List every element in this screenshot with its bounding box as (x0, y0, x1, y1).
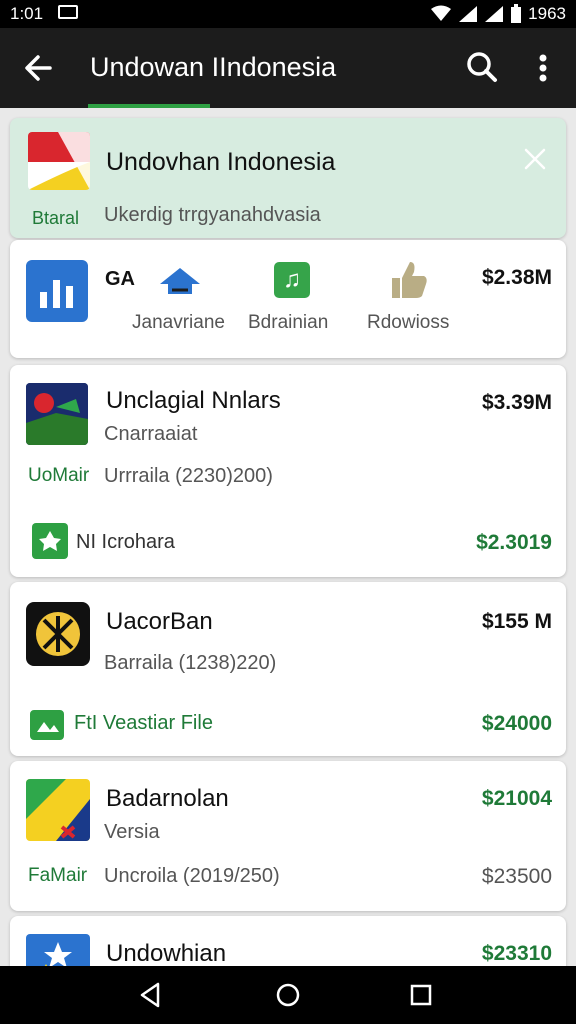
item-extra-price: $24000 (481, 712, 552, 735)
item-detail: Urrraila (2230)200) (104, 465, 273, 487)
stats-price: $2.38M (481, 266, 552, 289)
hero-card[interactable]: Undovhan Indonesia Btaral Ukerdig trrgya… (10, 118, 566, 238)
app-logo-icon (26, 779, 90, 841)
item-title: Badarnolan (106, 785, 229, 812)
hero-subtitle: Ukerdig trrgyanahdvasia (104, 204, 321, 226)
gift-icon (32, 523, 68, 559)
item-detail: Uncroila (2019/250) (104, 865, 280, 887)
app-logo-icon (26, 934, 90, 966)
item-extra-label: NI Icrohara (76, 531, 175, 553)
battery-icon (511, 4, 522, 23)
status-time: 1:01 (10, 4, 44, 23)
page-title: Undowan IIndonesia (90, 52, 337, 82)
notification-icon (58, 5, 78, 19)
wifi-icon (431, 5, 452, 21)
list-item[interactable]: Undowhian $23310 (10, 916, 566, 966)
stats-title: GA (105, 268, 135, 290)
close-icon (524, 148, 546, 170)
nav-back-button[interactable] (134, 978, 168, 1012)
status-icons: 1963 (430, 4, 566, 24)
app-logo-icon (26, 383, 88, 445)
item-extra-price: $2.3019 (476, 531, 552, 554)
stats-label-2: Bdrainian (248, 312, 329, 333)
item-price: $3.39M (481, 391, 552, 414)
app-bar: Undowan IIndonesia (0, 28, 576, 108)
more-options-button[interactable] (528, 48, 558, 88)
thumbs-up-icon (388, 258, 428, 302)
home-icon (158, 264, 202, 304)
signal-icon (459, 6, 478, 22)
item-price: $23310 (481, 942, 552, 965)
more-vert-icon (539, 54, 547, 82)
item-subtitle: Versia (104, 821, 160, 843)
status-bar: 1:01 1963 (0, 0, 576, 28)
close-button[interactable] (522, 146, 548, 172)
stats-label-3: Rdowioss (367, 312, 450, 333)
nav-home-icon (276, 983, 300, 1007)
stats-label-1: Janavriane (132, 312, 225, 333)
hero-title: Undovhan Indonesia (106, 148, 336, 176)
navigation-bar (0, 966, 576, 1024)
item-title: Undowhian (106, 940, 227, 966)
status-right-text: 1963 (528, 4, 566, 23)
item-price: $21004 (481, 787, 552, 810)
signal-icon (485, 6, 504, 22)
item-tag: FaMair (28, 865, 88, 886)
bar-chart-icon (26, 260, 88, 322)
nav-recents-button[interactable] (404, 978, 438, 1012)
item-extra-price: $23500 (481, 865, 552, 888)
item-subtitle: Barraila (1238)220) (104, 652, 277, 674)
search-button[interactable] (462, 48, 502, 88)
nav-back-icon (140, 982, 160, 1008)
item-title: Unclagial Nnlars (106, 387, 281, 414)
indonesia-flag-icon (28, 132, 90, 190)
item-subtitle: Cnarraaiat (104, 423, 198, 445)
item-tag: UoMair (28, 465, 90, 486)
back-button[interactable] (20, 48, 60, 88)
list-item[interactable]: UacorBan Barraila (1238)220) $155 M FtI … (10, 582, 566, 756)
item-price: $155 M (481, 610, 552, 633)
nav-recents-icon (410, 984, 432, 1006)
content-list[interactable]: Undovhan Indonesia Btaral Ukerdig trrgya… (0, 108, 576, 966)
image-icon (30, 710, 64, 740)
list-item[interactable]: Unclagial Nnlars Cnarraaiat UoMair Urrra… (10, 365, 566, 577)
item-title: UacorBan (106, 608, 213, 635)
item-tag: FtI Veastiar File (74, 712, 213, 734)
stats-card[interactable]: GA ♫ Janavriane Bdrainian Rdowioss $2.38… (10, 240, 566, 358)
music-icon: ♫ (274, 262, 310, 298)
list-item[interactable]: Badarnolan Versia FaMair Uncroila (2019/… (10, 761, 566, 911)
search-icon (467, 52, 497, 82)
app-logo-icon (26, 602, 90, 666)
back-arrow-icon (25, 55, 52, 81)
nav-home-button[interactable] (271, 978, 305, 1012)
hero-badge: Btaral (32, 208, 80, 228)
